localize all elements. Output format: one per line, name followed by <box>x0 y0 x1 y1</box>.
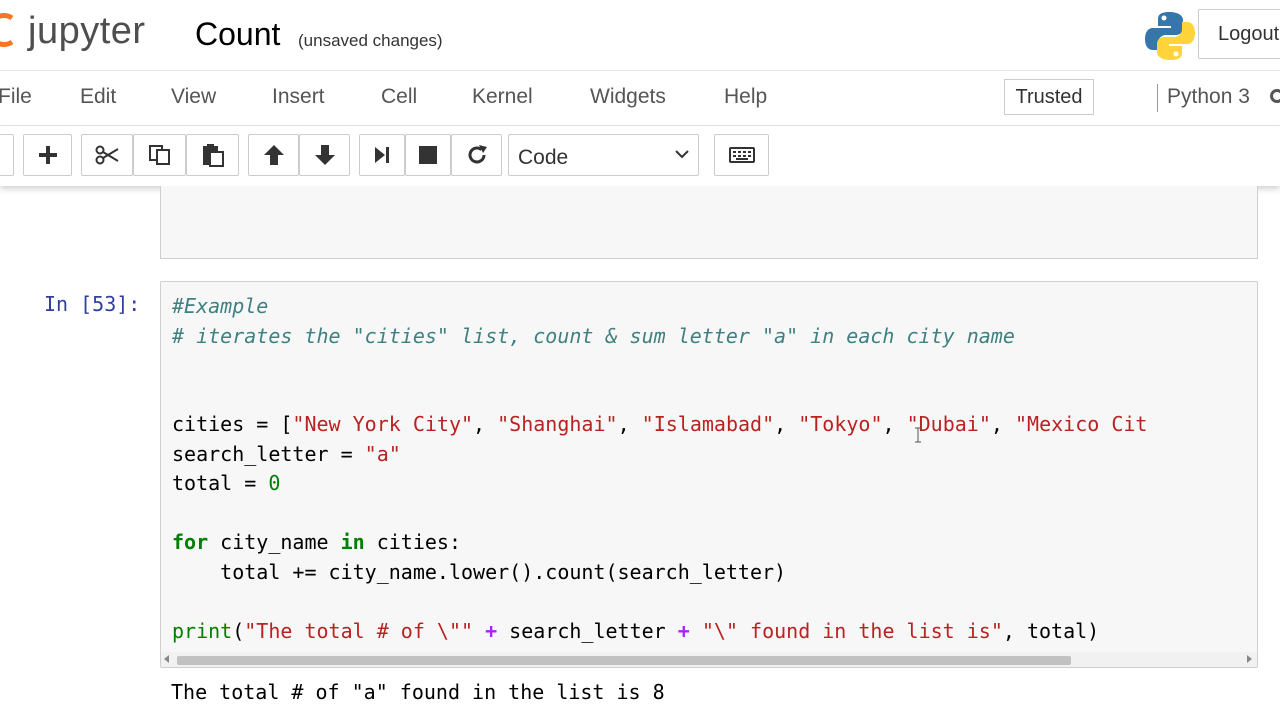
kernel-status-icon <box>1270 89 1280 103</box>
jupyter-logo-text[interactable]: jupyter <box>28 10 146 53</box>
code-editor[interactable]: #Example # iterates the "cities" list, co… <box>172 292 1257 647</box>
code-token: in <box>340 530 365 554</box>
paste-button[interactable] <box>186 134 239 176</box>
code-token: cities = [ <box>172 412 293 436</box>
code-line[interactable]: # iterates the "cities" list, count & su… <box>172 322 1257 352</box>
scroll-right-icon[interactable] <box>1247 655 1252 663</box>
code-token: "a" <box>364 441 401 466</box>
code-token: total += city_name.lower().count(search_… <box>172 559 787 584</box>
python-logo-icon <box>1145 12 1195 60</box>
notebook-title[interactable]: Count <box>195 16 280 53</box>
code-line[interactable] <box>172 351 1257 381</box>
code-line[interactable]: search_letter = "a" <box>172 440 1257 470</box>
save-status: (unsaved changes) <box>298 31 443 50</box>
insert-cell-button[interactable] <box>23 134 72 176</box>
code-token: "The total # of \"" <box>244 618 474 643</box>
scrollbar-thumb[interactable] <box>177 656 1071 665</box>
keyboard-icon <box>728 147 755 163</box>
code-token: # iterates the "cities" list, count & su… <box>172 323 1015 348</box>
menu-kernel[interactable]: Kernel <box>472 85 533 109</box>
arrow-up-icon <box>263 145 284 165</box>
save-button[interactable] <box>0 134 14 176</box>
code-token: "Shanghai" <box>497 412 618 436</box>
code-line[interactable]: total += city_name.lower().count(search_… <box>172 558 1257 588</box>
code-token: search_letter = <box>172 441 365 466</box>
code-token: city_name <box>208 530 341 554</box>
code-token: , total) <box>1002 618 1100 643</box>
code-line[interactable] <box>172 587 1257 617</box>
code-token: "Mexico Cit <box>1014 412 1148 436</box>
notebook-header <box>0 0 1280 70</box>
menu-insert[interactable]: Insert <box>272 85 325 109</box>
cell-output: The total # of "a" found in the list is … <box>171 680 665 704</box>
plus-icon <box>38 146 57 164</box>
kernel-separator <box>1157 84 1158 112</box>
copy-icon <box>148 145 170 165</box>
paste-icon <box>202 144 224 167</box>
jupyter-logo-icon[interactable] <box>0 12 16 48</box>
cut-button[interactable] <box>81 134 133 176</box>
scroll-left-icon[interactable] <box>164 655 169 663</box>
menu-edit[interactable]: Edit <box>80 85 116 109</box>
cell-type-value: Code <box>518 146 569 169</box>
code-token: "New York City" <box>292 412 474 436</box>
command-palette-button[interactable] <box>714 134 769 176</box>
code-token: + <box>485 618 498 643</box>
restart-icon <box>468 145 487 164</box>
code-token: total = <box>172 471 269 495</box>
menu-cell[interactable]: Cell <box>381 85 417 109</box>
code-token: + <box>677 618 690 643</box>
text-cursor-icon <box>915 427 921 443</box>
stop-icon <box>419 146 437 164</box>
previous-code-cell[interactable] <box>160 186 1258 259</box>
code-token: ( <box>232 618 245 643</box>
move-down-button[interactable] <box>299 134 350 176</box>
code-token: "Islamabad" <box>641 412 775 436</box>
code-token: , <box>617 412 642 436</box>
code-token: #Example <box>172 294 269 318</box>
trusted-indicator[interactable]: Trusted <box>1004 79 1094 115</box>
code-line[interactable]: print("The total # of \"" + search_lette… <box>172 617 1257 647</box>
chevron-down-icon <box>675 150 689 159</box>
code-line[interactable]: #Example <box>172 292 1257 322</box>
code-line[interactable] <box>172 499 1257 529</box>
code-line[interactable]: for city_name in cities: <box>172 528 1257 558</box>
interrupt-button[interactable] <box>405 134 451 176</box>
code-token: search_letter <box>497 618 678 643</box>
arrow-down-icon <box>314 145 335 165</box>
menu-view[interactable]: View <box>171 85 216 109</box>
cell-type-select[interactable]: Code <box>508 134 699 176</box>
code-token: , <box>774 412 799 436</box>
scissors-icon <box>95 145 119 165</box>
code-token: "\" found in the list is" <box>701 618 1003 643</box>
move-up-button[interactable] <box>248 134 299 176</box>
menu-widgets[interactable]: Widgets <box>590 85 666 109</box>
code-token: print <box>172 618 233 643</box>
code-line[interactable]: total = 0 <box>172 469 1257 499</box>
run-icon <box>375 147 389 163</box>
run-button[interactable] <box>359 134 405 176</box>
code-cell[interactable]: #Example # iterates the "cities" list, co… <box>160 281 1258 668</box>
input-prompt: In [53]: <box>44 292 141 316</box>
code-token: , <box>990 412 1015 436</box>
code-token: 0 <box>268 471 281 495</box>
copy-button[interactable] <box>133 134 186 176</box>
menu-file[interactable]: File <box>0 85 32 109</box>
code-line[interactable]: cities = ["New York City", "Shanghai", "… <box>172 410 1257 440</box>
logout-button[interactable]: Logout <box>1198 9 1280 59</box>
code-line[interactable] <box>172 381 1257 411</box>
code-token: for <box>172 530 209 554</box>
code-token: , <box>882 412 907 436</box>
code-token: "Tokyo" <box>798 412 883 436</box>
kernel-name[interactable]: Python 3 <box>1167 85 1250 109</box>
menu-help[interactable]: Help <box>724 85 767 109</box>
restart-button[interactable] <box>451 134 502 176</box>
code-token: cities: <box>364 530 461 554</box>
code-token: , <box>473 412 498 436</box>
